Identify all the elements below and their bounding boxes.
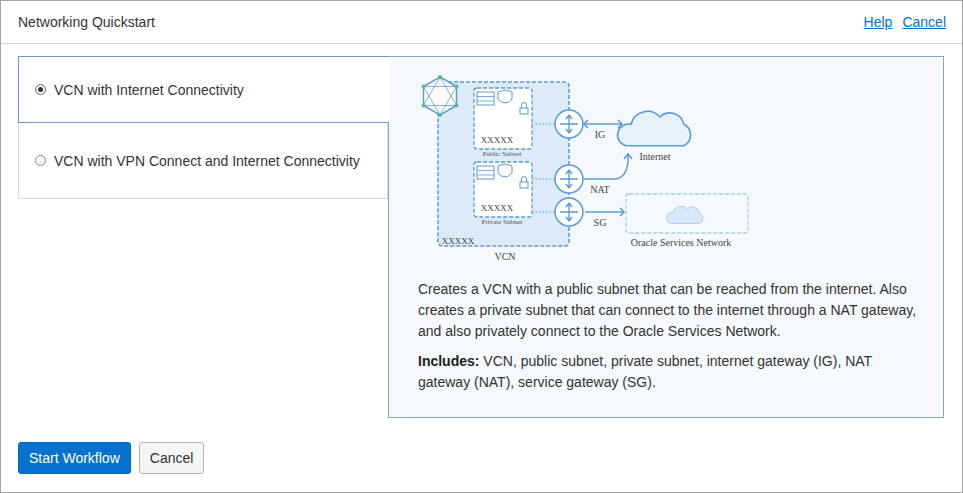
option-description: Creates a VCN with a public subnet that …	[418, 279, 923, 342]
dialog-footer: Start WorkflowCancel	[1, 442, 962, 474]
internet-cloud-icon	[618, 111, 691, 145]
vcn-label: VCN	[494, 251, 515, 262]
gateway-icon	[555, 110, 583, 138]
subnet-cidr: XXXXX	[481, 135, 514, 145]
gateway-label: IG	[595, 129, 606, 140]
subnet: XXXXX Public Subnet	[474, 88, 532, 158]
connector-line	[532, 123, 555, 124]
lock-icon	[520, 103, 528, 115]
option-item[interactable]: VCN with Internet Connectivity	[18, 56, 389, 123]
subnet-box	[474, 162, 532, 217]
gateway: IG	[555, 110, 605, 140]
dialog-body: VCN with Internet Connectivity VCN with V…	[1, 44, 962, 418]
vcn-diagram: XXXXXPublic SubnetXXXXXPrivate SubnetXXX…	[418, 62, 758, 262]
gateway-icon	[555, 198, 583, 226]
subnet-name: Private Subnet	[481, 218, 522, 226]
server-icon	[477, 92, 494, 105]
subnet-cidr: XXXXX	[481, 203, 514, 213]
services-box	[626, 194, 748, 233]
nat-arrow	[584, 155, 628, 179]
cancel-button[interactable]: Cancel	[139, 442, 205, 474]
option-detail-panel: XXXXXPublic SubnetXXXXXPrivate SubnetXXX…	[388, 56, 944, 418]
option-item[interactable]: VCN with VPN Connect and Internet Connec…	[18, 123, 388, 199]
connector-line	[532, 211, 555, 212]
vcn-hexagon-icon	[422, 75, 459, 117]
services-cloud-icon	[666, 206, 703, 223]
gateway: NAT	[555, 165, 610, 195]
includes-label: Includes:	[418, 353, 479, 369]
vcn-cidr: XXXXX	[442, 236, 475, 246]
subnet: XXXXX Private Subnet	[474, 162, 532, 226]
shield-icon	[498, 164, 512, 177]
header-links: Help Cancel	[864, 14, 946, 30]
quickstart-dialog: Networking Quickstart Help Cancel VCN with …	[0, 0, 963, 493]
gateway: SG	[555, 198, 606, 228]
header-link[interactable]: Cancel	[902, 14, 946, 30]
option-list: VCN with Internet Connectivity VCN with V…	[18, 56, 388, 418]
includes-text: Includes: VCN, public subnet, private su…	[418, 351, 923, 393]
lock-icon	[520, 177, 528, 189]
gateway-icon	[555, 165, 583, 193]
option-label: VCN with VPN Connect and Internet Connec…	[54, 153, 360, 169]
dialog-title: Networking Quickstart	[18, 14, 155, 30]
services-label: Oracle Services Network	[631, 237, 732, 248]
radio-icon[interactable]	[35, 155, 46, 166]
gateway-label: SG	[594, 217, 607, 228]
radio-dot	[38, 87, 43, 92]
sg-arrow	[585, 211, 624, 213]
dialog-header: Networking Quickstart Help Cancel	[1, 1, 962, 44]
internet-label: Internet	[639, 151, 670, 162]
server-icon	[477, 166, 494, 179]
start-workflow-button[interactable]: Start Workflow	[18, 442, 131, 474]
subnet-box	[474, 88, 532, 149]
option-label: VCN with Internet Connectivity	[54, 82, 244, 98]
shield-icon	[498, 90, 512, 103]
ig-arrow	[585, 123, 622, 125]
radio-icon[interactable]	[35, 84, 46, 95]
gateway-label: NAT	[590, 184, 609, 195]
subnet-name: Public Subnet	[482, 150, 521, 158]
vcn-box	[438, 82, 569, 246]
connector-line	[532, 178, 555, 179]
header-link[interactable]: Help	[864, 14, 893, 30]
